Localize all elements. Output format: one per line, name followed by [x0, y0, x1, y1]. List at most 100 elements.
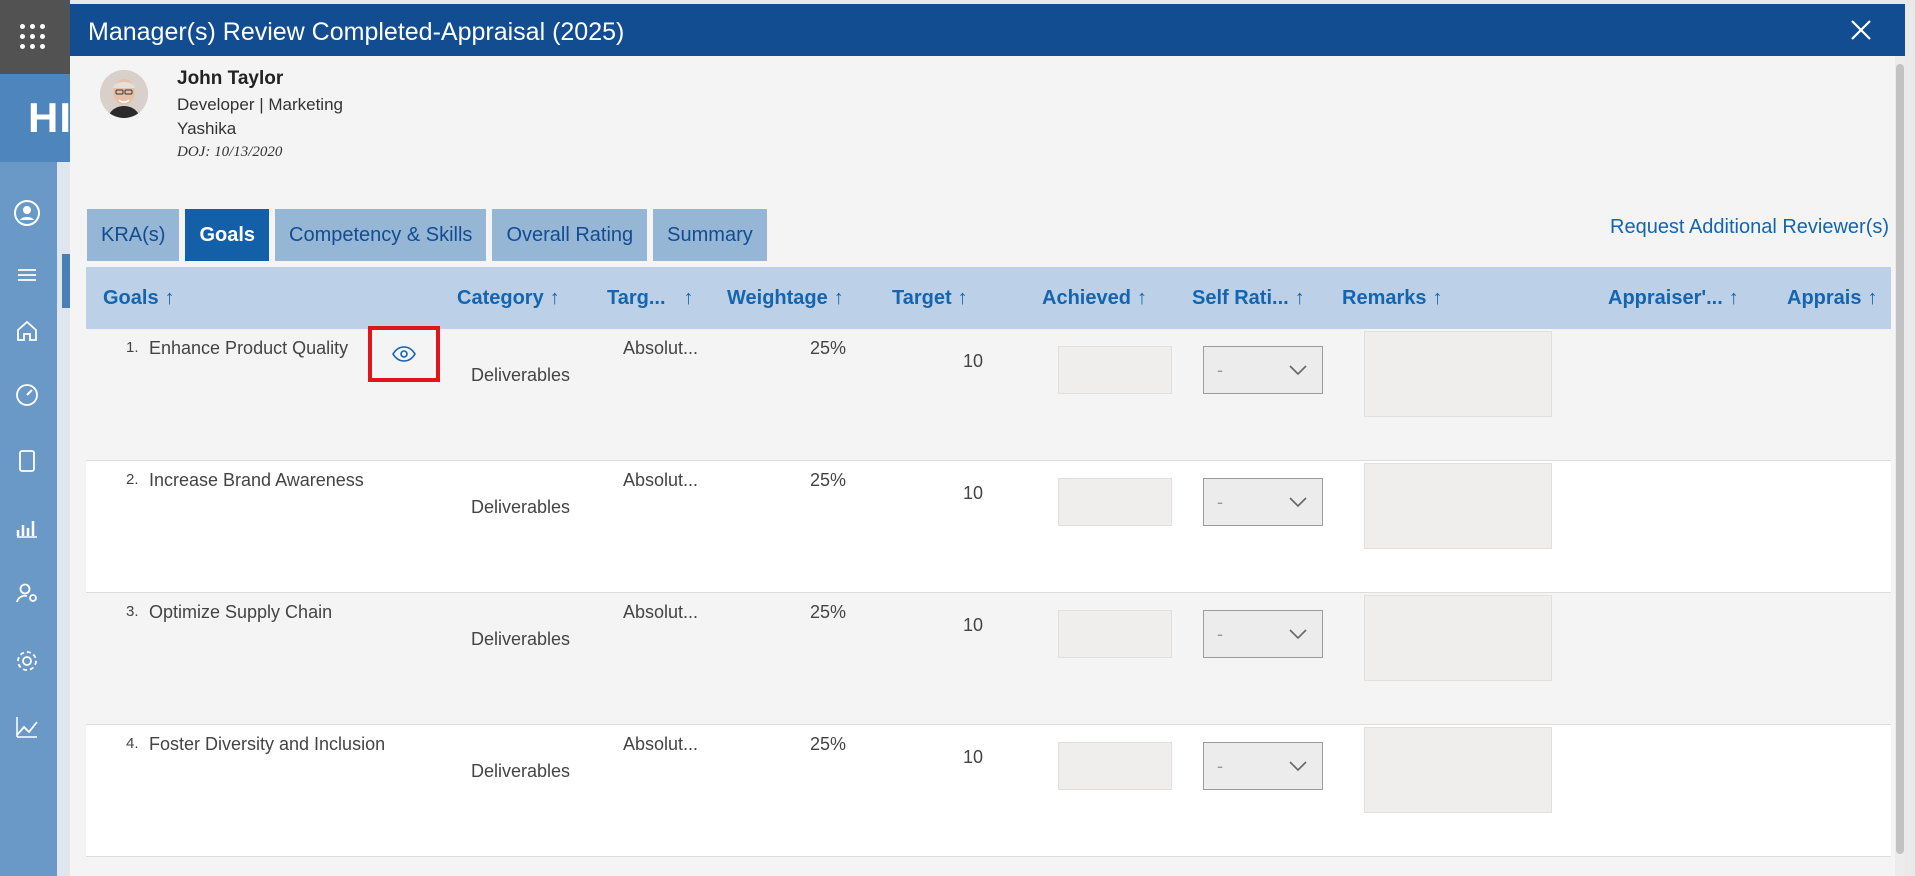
column-remarks[interactable]: Remarks ↑ [1342, 287, 1443, 310]
goal-category: Deliverables [471, 761, 571, 781]
achieved-input[interactable] [1058, 478, 1172, 526]
table-header: Goals ↑ Category ↑ Targ... ↑ Weightage ↑ Tar… [86, 267, 1891, 329]
tab-competency-skills[interactable]: Competency & Skills [275, 209, 487, 261]
column-label: Targ... [607, 287, 666, 309]
tab-goals[interactable]: Goals [185, 209, 270, 261]
column-label: Appraiser'... [1608, 287, 1723, 309]
brand-logo: HI [28, 94, 72, 141]
column-category[interactable]: Category ↑ [457, 287, 560, 310]
goal-weightage: 25% [810, 602, 847, 622]
sort-arrow-icon: ↑ [1728, 287, 1739, 309]
self-rating-value: - [1217, 623, 1223, 644]
self-rating-dropdown[interactable]: - [1203, 346, 1323, 394]
remarks-input[interactable] [1364, 331, 1552, 417]
analytics-icon[interactable] [12, 512, 42, 542]
close-icon[interactable] [1847, 16, 1875, 44]
row-number: 2. [126, 471, 139, 488]
column-label: Target [892, 287, 952, 309]
self-rating-dropdown[interactable]: - [1203, 610, 1323, 658]
column-appraiser-remarks[interactable]: Apprais ↑ [1787, 287, 1877, 310]
chevron-down-icon [1289, 497, 1307, 508]
goal-weightage: 25% [810, 734, 847, 754]
goal-weightage: 25% [810, 338, 847, 358]
view-goal-button[interactable] [368, 326, 440, 382]
chevron-down-icon [1289, 629, 1307, 640]
column-target-type[interactable]: Targ... ↑ [607, 287, 694, 310]
appraisal-panel: Manager(s) Review Completed-Appraisal (2… [70, 4, 1905, 876]
column-label: Goals [103, 287, 159, 309]
app-launcher[interactable] [0, 0, 70, 74]
sort-arrow-icon: ↑ [549, 287, 560, 309]
goal-category: Deliverables [471, 365, 571, 385]
sort-arrow-icon: ↑ [683, 287, 694, 309]
goal-category: Deliverables [471, 629, 571, 649]
column-self-rating[interactable]: Self Rati... ↑ [1192, 287, 1305, 310]
sort-arrow-icon: ↑ [1867, 287, 1878, 309]
column-target[interactable]: Target ↑ [892, 287, 968, 310]
column-achieved[interactable]: Achieved ↑ [1042, 287, 1147, 310]
avatar [100, 70, 148, 118]
trend-icon[interactable] [12, 712, 42, 742]
achieved-input[interactable] [1058, 346, 1172, 394]
goal-target: 10 [963, 615, 984, 635]
column-weightage[interactable]: Weightage ↑ [727, 287, 844, 310]
table-row: 2. Increase Brand Awareness Deliverables… [86, 461, 1891, 593]
sort-arrow-icon: ↑ [1432, 287, 1443, 309]
goal-name: Optimize Supply Chain [149, 602, 333, 622]
menu-icon[interactable] [12, 260, 42, 290]
sort-arrow-icon: ↑ [833, 287, 844, 309]
tab-summary[interactable]: Summary [653, 209, 767, 261]
remarks-input[interactable] [1364, 727, 1552, 813]
settings-icon[interactable] [12, 646, 42, 676]
achieved-input[interactable] [1058, 742, 1172, 790]
column-appraiser-rating[interactable]: Appraiser'... ↑ [1608, 287, 1739, 310]
goal-target-type: Absolut... [623, 602, 699, 622]
panel-title: Manager(s) Review Completed-Appraisal (2… [88, 18, 625, 46]
column-label: Achieved [1042, 287, 1131, 309]
employee-doj: DOJ: 10/13/2020 [177, 144, 283, 160]
remarks-input[interactable] [1364, 595, 1552, 681]
achieved-input[interactable] [1058, 610, 1172, 658]
self-rating-value: - [1217, 491, 1223, 512]
employee-name: John Taylor [177, 68, 284, 89]
column-label: Self Rati... [1192, 287, 1289, 309]
goal-target: 10 [963, 483, 984, 503]
column-goals[interactable]: Goals ↑ [103, 287, 175, 310]
column-label: Weightage [727, 287, 828, 309]
goal-weightage: 25% [810, 470, 847, 490]
home-icon[interactable] [12, 316, 42, 346]
goal-name: Increase Brand Awareness [149, 470, 364, 490]
sort-arrow-icon: ↑ [164, 287, 175, 309]
sort-arrow-icon: ↑ [1136, 287, 1147, 309]
column-label: Remarks [1342, 287, 1427, 309]
table-row: 1. Enhance Product Quality Deliverables … [86, 326, 1891, 461]
scrollbar-thumb[interactable] [1896, 64, 1904, 854]
vertical-scrollbar[interactable] [1895, 56, 1905, 876]
user-settings-icon[interactable] [12, 578, 42, 608]
self-rating-dropdown[interactable]: - [1203, 478, 1323, 526]
self-rating-value: - [1217, 755, 1223, 776]
self-rating-dropdown[interactable]: - [1203, 742, 1323, 790]
self-rating-value: - [1217, 359, 1223, 380]
eye-icon [392, 346, 416, 362]
column-label: Category [457, 287, 544, 309]
goal-name: Enhance Product Quality [149, 338, 349, 358]
row-number: 4. [126, 735, 139, 752]
column-label: Apprais [1787, 287, 1862, 309]
table-row: 3. Optimize Supply Chain Deliverables Ab… [86, 593, 1891, 725]
profile-icon[interactable] [12, 198, 42, 228]
waffle-icon[interactable] [20, 24, 46, 50]
document-icon[interactable] [12, 446, 42, 476]
tab-overall-rating[interactable]: Overall Rating [492, 209, 648, 261]
request-reviewer-link[interactable]: Request Additional Reviewer(s) [1610, 216, 1889, 239]
sort-arrow-icon: ↑ [957, 287, 968, 309]
tab-kras[interactable]: KRA(s) [87, 209, 180, 261]
panel-header: Manager(s) Review Completed-Appraisal (2… [70, 4, 1905, 56]
goal-target-type: Absolut... [623, 470, 699, 490]
rail-active-indicator [62, 254, 70, 308]
dashboard-icon[interactable] [12, 380, 42, 410]
sort-arrow-icon: ↑ [1294, 287, 1305, 309]
goal-target: 10 [963, 351, 984, 371]
remarks-input[interactable] [1364, 463, 1552, 549]
employee-company: Yashika [177, 119, 237, 138]
